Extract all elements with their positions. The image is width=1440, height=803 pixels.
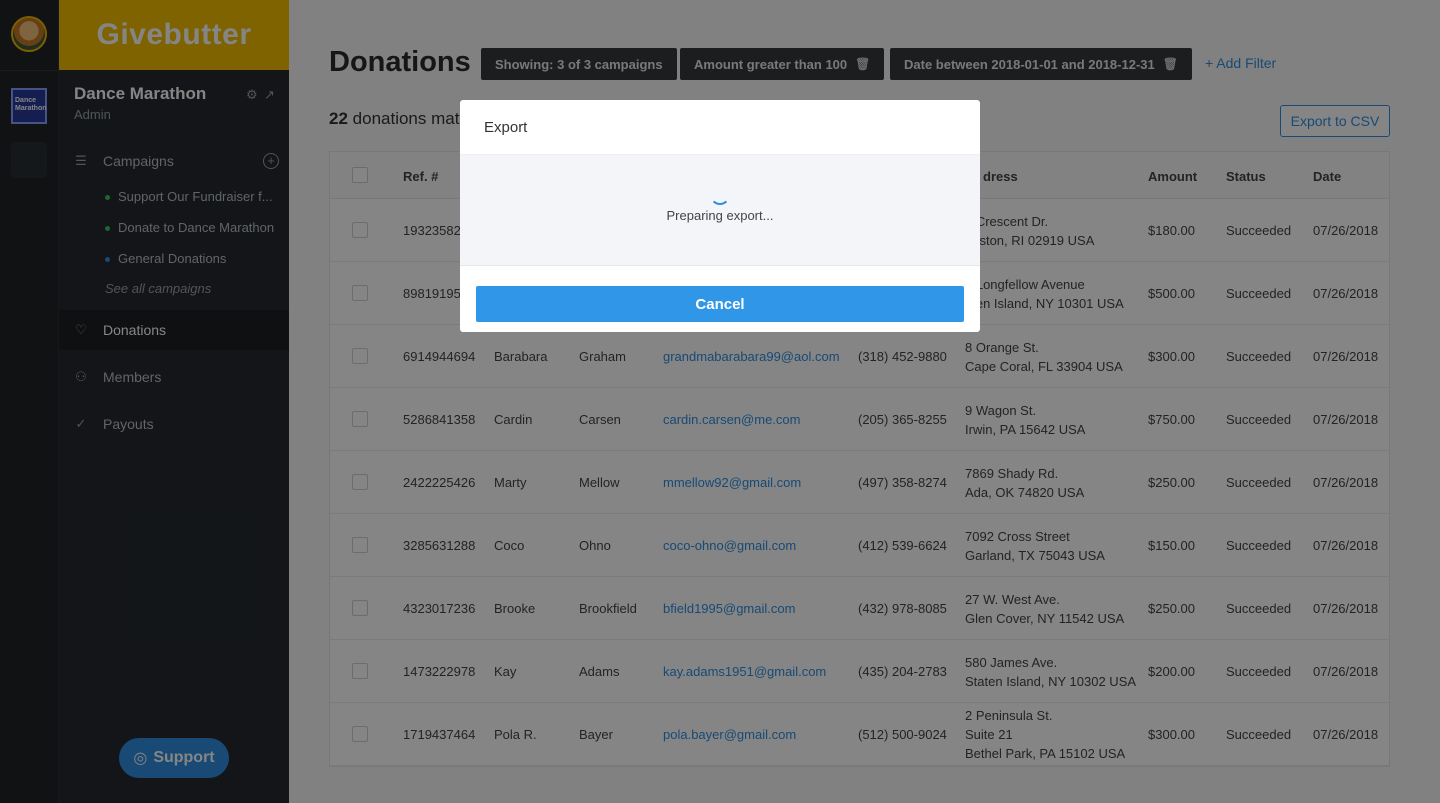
modal-message: Preparing export... <box>666 208 774 223</box>
export-modal: Export Preparing export... Cancel <box>460 100 980 332</box>
loading-spinner-icon <box>710 185 730 205</box>
modal-title: Export <box>460 100 980 155</box>
cancel-button[interactable]: Cancel <box>476 286 964 322</box>
modal-body: Preparing export... <box>460 155 980 266</box>
